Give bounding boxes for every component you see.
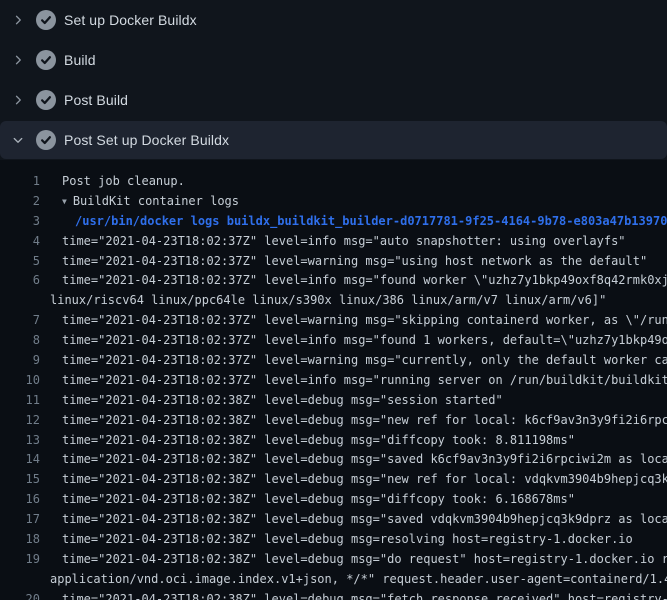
step-title: Post Set up Docker Buildx <box>64 132 229 148</box>
log-text: time="2021-04-23T18:02:38Z" level=debug … <box>40 470 667 490</box>
log-lines-container: 1Post job cleanup.2▼BuildKit container l… <box>0 172 667 600</box>
success-check-icon <box>36 130 56 150</box>
log-line: 17time="2021-04-23T18:02:38Z" level=debu… <box>0 510 667 530</box>
log-line: 16time="2021-04-23T18:02:38Z" level=debu… <box>0 490 667 510</box>
step-row-post-build[interactable]: Post Build <box>0 80 667 120</box>
log-line-continuation: application/vnd.oci.image.index.v1+json,… <box>0 570 667 590</box>
line-number[interactable]: 13 <box>0 431 40 451</box>
log-line: 5time="2021-04-23T18:02:37Z" level=warni… <box>0 252 667 272</box>
log-text: time="2021-04-23T18:02:38Z" level=debug … <box>40 431 575 451</box>
success-check-icon <box>36 50 56 70</box>
line-number[interactable]: 17 <box>0 510 40 530</box>
line-number[interactable]: 8 <box>0 331 40 351</box>
log-text: time="2021-04-23T18:02:38Z" level=debug … <box>40 450 667 470</box>
log-text: Post job cleanup. <box>40 172 185 192</box>
success-check-icon <box>36 10 56 30</box>
step-row-build[interactable]: Build <box>0 40 667 80</box>
steps-list: Set up Docker Buildx Build Post Build <box>0 0 667 160</box>
line-number[interactable]: 1 <box>0 172 40 192</box>
log-line: 20time="2021-04-23T18:02:38Z" level=debu… <box>0 590 667 600</box>
line-number[interactable]: 11 <box>0 391 40 411</box>
line-number[interactable]: 12 <box>0 411 40 431</box>
line-number[interactable]: 14 <box>0 450 40 470</box>
line-number[interactable]: 18 <box>0 530 40 550</box>
chevron-right-icon <box>12 54 36 66</box>
log-line: 11time="2021-04-23T18:02:38Z" level=debu… <box>0 391 667 411</box>
log-text: time="2021-04-23T18:02:38Z" level=debug … <box>40 391 503 411</box>
group-expanded-triangle-icon[interactable]: ▼ <box>40 192 67 212</box>
step-title: Set up Docker Buildx <box>64 12 197 28</box>
line-number[interactable]: 16 <box>0 490 40 510</box>
log-panel: 1Post job cleanup.2▼BuildKit container l… <box>0 160 667 600</box>
chevron-down-icon <box>12 134 36 146</box>
step-title: Post Build <box>64 92 128 108</box>
log-text: time="2021-04-23T18:02:38Z" level=debug … <box>40 510 667 530</box>
line-number[interactable]: 2 <box>0 192 40 212</box>
log-text: time="2021-04-23T18:02:37Z" level=info m… <box>40 271 667 291</box>
log-line: 18time="2021-04-23T18:02:38Z" level=debu… <box>0 530 667 550</box>
step-row-post-set-up-docker-buildx[interactable]: Post Set up Docker Buildx <box>0 121 667 159</box>
log-line-continuation: linux/riscv64 linux/ppc64le linux/s390x … <box>0 291 667 311</box>
log-line: 19time="2021-04-23T18:02:38Z" level=debu… <box>0 550 667 570</box>
line-number[interactable]: 9 <box>0 351 40 371</box>
log-text: linux/riscv64 linux/ppc64le linux/s390x … <box>0 291 606 311</box>
chevron-right-icon <box>12 14 36 26</box>
step-row-set-up-docker-buildx[interactable]: Set up Docker Buildx <box>0 0 667 40</box>
log-text: time="2021-04-23T18:02:37Z" level=warnin… <box>40 252 647 272</box>
log-text: BuildKit container logs <box>67 192 239 212</box>
line-number[interactable]: 20 <box>0 590 40 600</box>
log-text: time="2021-04-23T18:02:38Z" level=debug … <box>40 490 575 510</box>
log-text: time="2021-04-23T18:02:37Z" level=info m… <box>40 331 667 351</box>
log-line: 10time="2021-04-23T18:02:37Z" level=info… <box>0 371 667 391</box>
log-line: 4time="2021-04-23T18:02:37Z" level=info … <box>0 232 667 252</box>
log-text: time="2021-04-23T18:02:37Z" level=warnin… <box>40 311 667 331</box>
line-number[interactable]: 10 <box>0 371 40 391</box>
log-text: time="2021-04-23T18:02:38Z" level=debug … <box>40 550 667 570</box>
log-line: 14time="2021-04-23T18:02:38Z" level=debu… <box>0 450 667 470</box>
log-text: time="2021-04-23T18:02:38Z" level=debug … <box>40 590 667 600</box>
log-line: 13time="2021-04-23T18:02:38Z" level=debu… <box>0 431 667 451</box>
log-text: time="2021-04-23T18:02:37Z" level=info m… <box>40 232 626 252</box>
log-line: 7time="2021-04-23T18:02:37Z" level=warni… <box>0 311 667 331</box>
step-title: Build <box>64 52 96 68</box>
log-text: time="2021-04-23T18:02:37Z" level=warnin… <box>40 351 667 371</box>
log-line-command: 3/usr/bin/docker logs buildx_buildkit_bu… <box>0 212 667 232</box>
line-number[interactable]: 5 <box>0 252 40 272</box>
log-line: 12time="2021-04-23T18:02:38Z" level=debu… <box>0 411 667 431</box>
line-number[interactable]: 3 <box>0 212 40 232</box>
line-number[interactable]: 15 <box>0 470 40 490</box>
log-text: time="2021-04-23T18:02:38Z" level=debug … <box>40 411 667 431</box>
line-number[interactable]: 19 <box>0 550 40 570</box>
success-check-icon <box>36 90 56 110</box>
log-line: 6time="2021-04-23T18:02:37Z" level=info … <box>0 271 667 291</box>
log-line: 15time="2021-04-23T18:02:38Z" level=debu… <box>0 470 667 490</box>
log-line: 9time="2021-04-23T18:02:37Z" level=warni… <box>0 351 667 371</box>
log-text: time="2021-04-23T18:02:38Z" level=debug … <box>40 530 633 550</box>
log-line: 8time="2021-04-23T18:02:37Z" level=info … <box>0 331 667 351</box>
log-line: 1Post job cleanup. <box>0 172 667 192</box>
log-text: time="2021-04-23T18:02:37Z" level=info m… <box>40 371 667 391</box>
line-number[interactable]: 4 <box>0 232 40 252</box>
log-text: application/vnd.oci.image.index.v1+json,… <box>0 570 667 590</box>
log-text: /usr/bin/docker logs buildx_buildkit_bui… <box>40 212 667 232</box>
chevron-right-icon <box>12 94 36 106</box>
workflow-log-viewer: Set up Docker Buildx Build Post Build <box>0 0 667 600</box>
line-number[interactable]: 7 <box>0 311 40 331</box>
log-group-header[interactable]: 2▼BuildKit container logs <box>0 192 667 212</box>
line-number[interactable]: 6 <box>0 271 40 291</box>
